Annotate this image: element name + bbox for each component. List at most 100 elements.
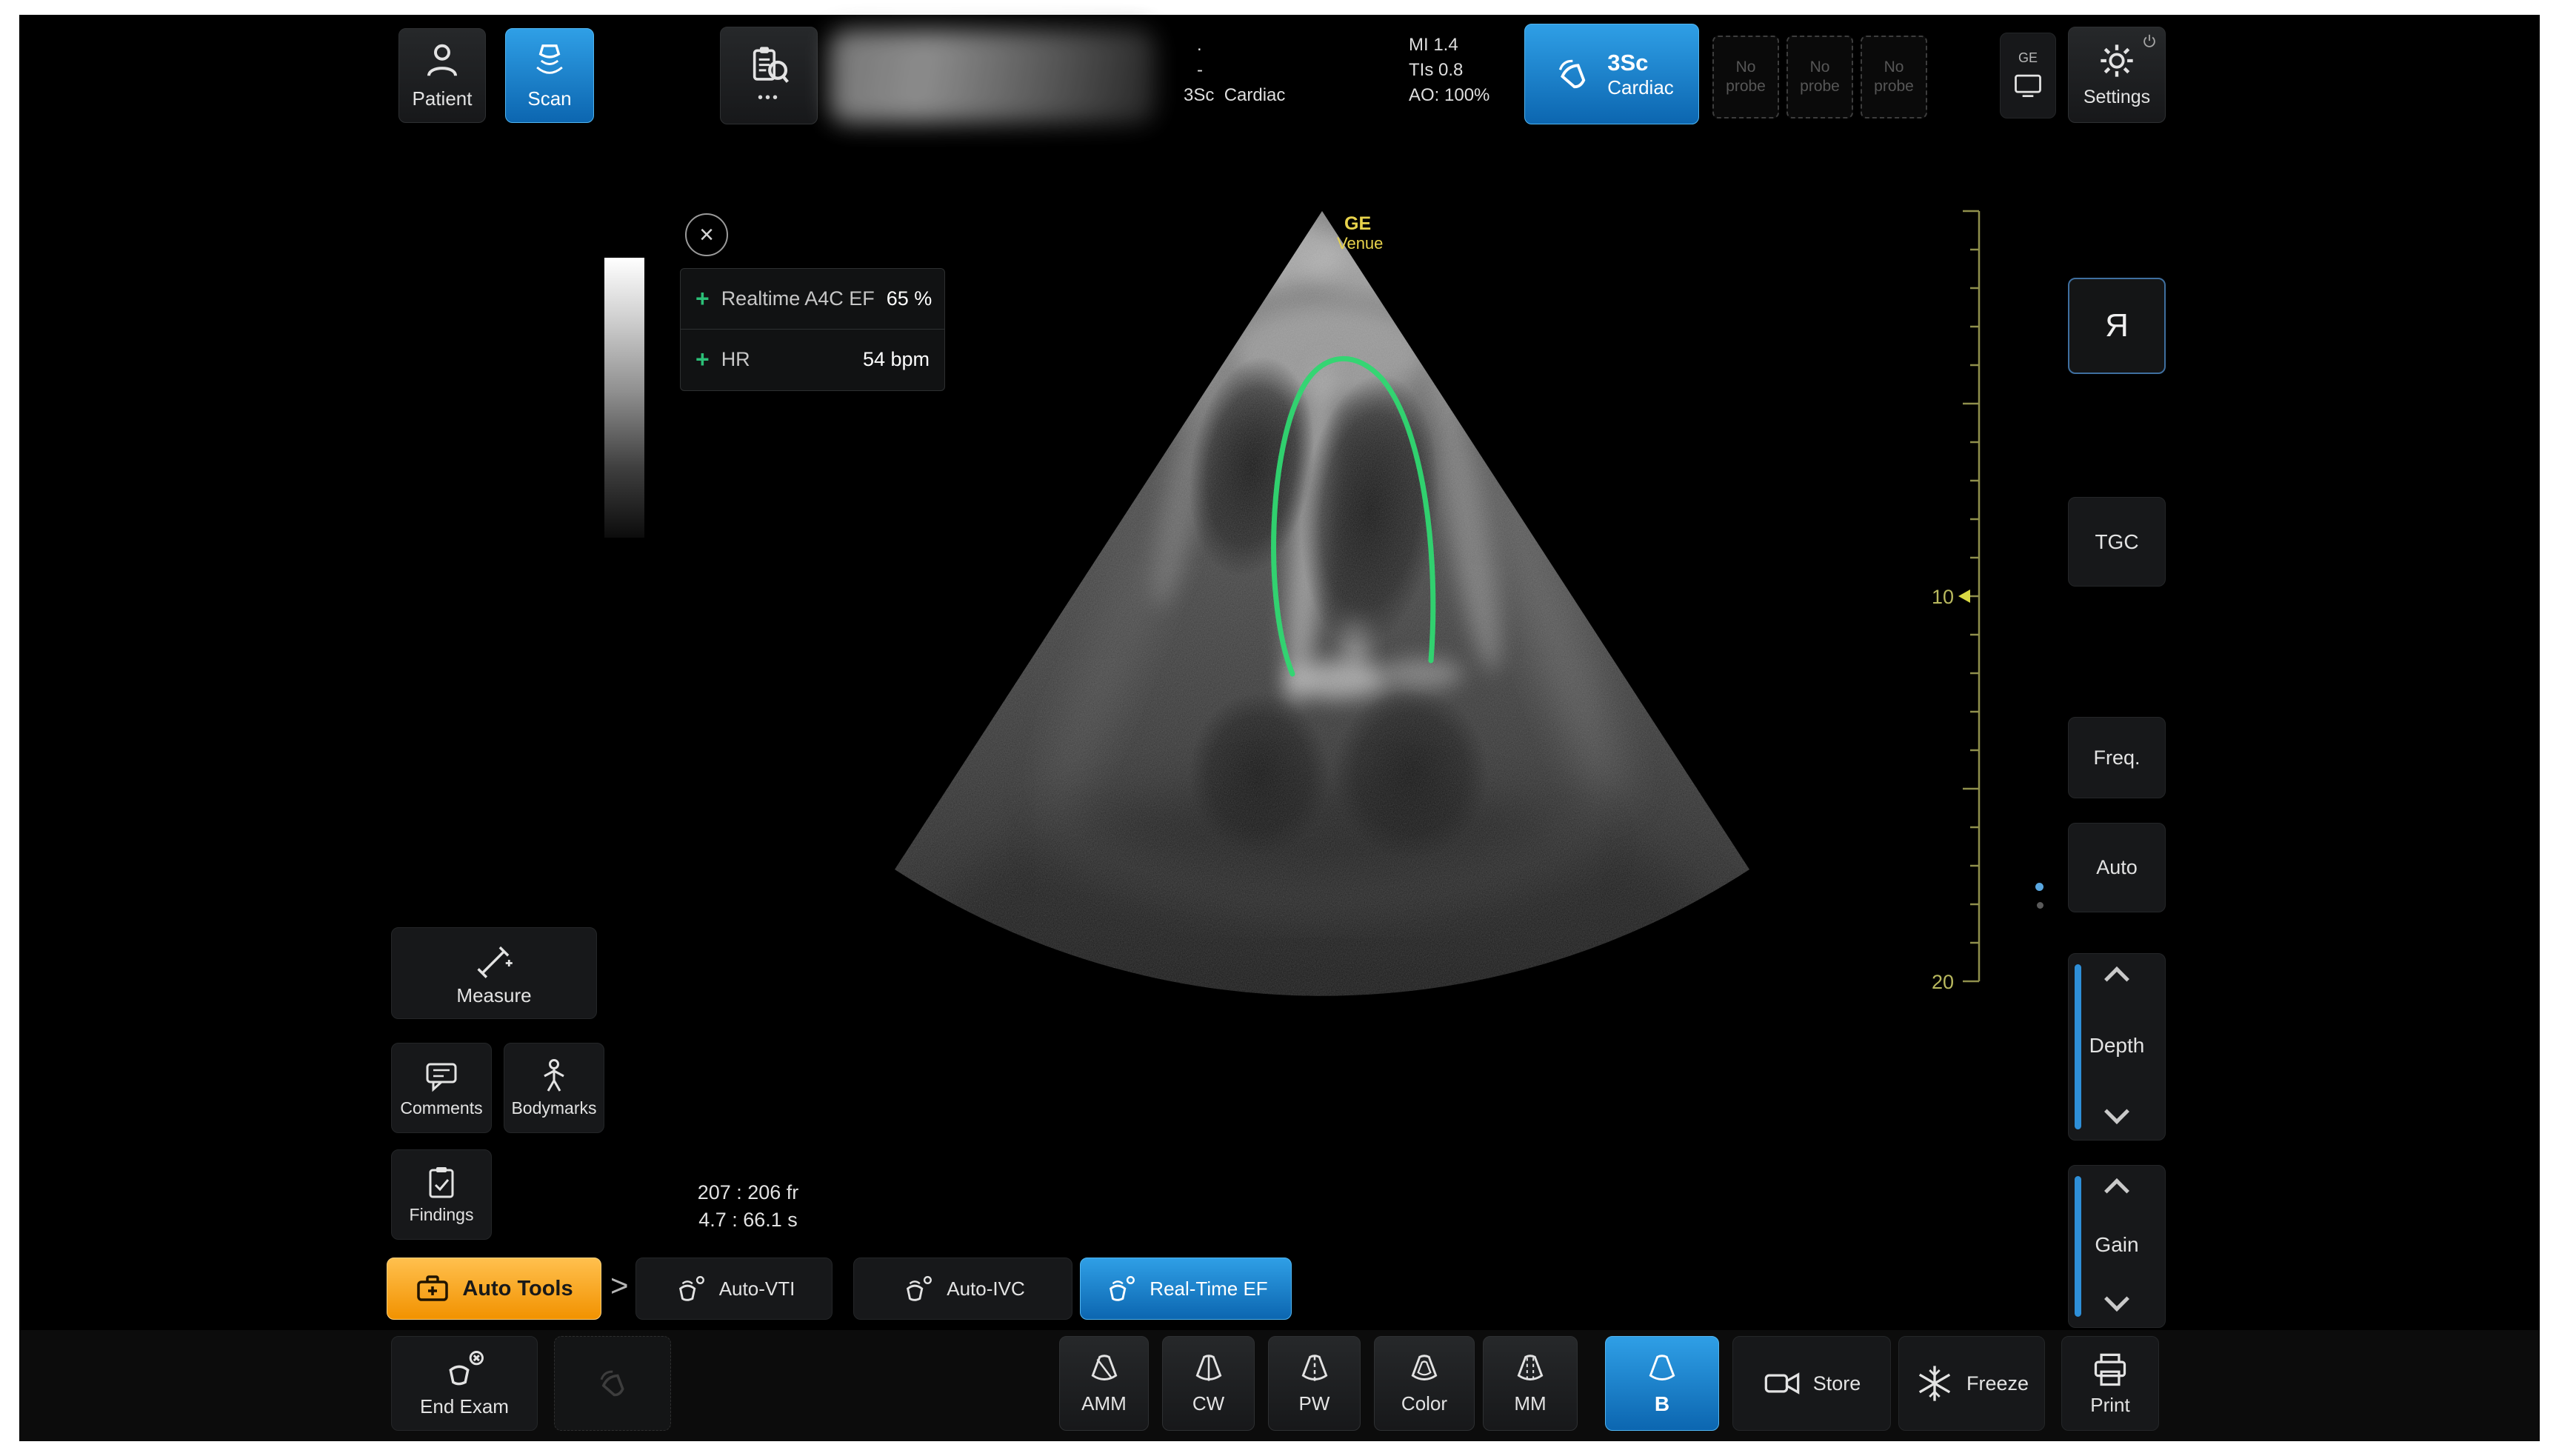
- result-value: 65 %: [887, 287, 932, 310]
- end-exam-button[interactable]: End Exam: [391, 1336, 538, 1431]
- auto-tools-button[interactable]: Auto Tools: [387, 1258, 601, 1320]
- probe-vti-icon: [673, 1272, 707, 1306]
- depth-label: Depth: [2089, 1034, 2145, 1058]
- probe-ivc-icon: [901, 1272, 935, 1306]
- freq-button[interactable]: Freq.: [2068, 717, 2166, 798]
- mode-pw-button[interactable]: PW: [1268, 1336, 1361, 1431]
- color-label: Color: [1401, 1392, 1447, 1415]
- pw-mode-icon: [1296, 1352, 1333, 1389]
- b-mode-icon: [1644, 1352, 1681, 1389]
- depth-label-20: 20: [1932, 971, 1954, 993]
- caliper-icon: [474, 940, 514, 980]
- gain-control[interactable]: Gain: [2068, 1165, 2166, 1328]
- ge-venue-logo: Venue: [1337, 234, 1383, 253]
- bodymarks-button[interactable]: Bodymarks: [504, 1043, 604, 1133]
- exam-info-line: -: [1184, 58, 1361, 83]
- mode-b-button[interactable]: B: [1605, 1336, 1719, 1431]
- page-dot-active[interactable]: [2035, 883, 2043, 891]
- snowflake-icon: [1915, 1363, 1955, 1403]
- redacted-patient-info: [830, 30, 1155, 123]
- print-button[interactable]: Print: [2061, 1336, 2159, 1431]
- screen-share-icon: [2012, 69, 2044, 101]
- auto-button[interactable]: Auto: [2068, 823, 2166, 912]
- scan-button[interactable]: Scan: [505, 28, 594, 123]
- page-dot[interactable]: [2037, 902, 2043, 909]
- measure-label: Measure: [456, 984, 531, 1007]
- print-label: Print: [2090, 1394, 2129, 1417]
- gear-icon: [2098, 41, 2136, 80]
- mm-label: MM: [1514, 1392, 1546, 1415]
- auto-ivc-label: Auto-IVC: [947, 1278, 1025, 1300]
- ge-cast-button[interactable]: GE: [2000, 33, 2056, 118]
- comment-icon: [424, 1058, 459, 1094]
- mode-cw-button[interactable]: CW: [1162, 1336, 1255, 1431]
- tgc-button[interactable]: TGC: [2068, 497, 2166, 587]
- no-probe-slot-1: No probe: [1712, 36, 1779, 118]
- chevron-down-icon[interactable]: [2104, 1099, 2129, 1124]
- result-value: 54 bpm: [863, 348, 930, 371]
- depth-label-10: 10: [1932, 586, 1954, 608]
- depth-ruler: 10 20: [1911, 200, 2015, 1037]
- patient-label: Patient: [413, 87, 473, 110]
- end-exam-label: End Exam: [420, 1395, 509, 1418]
- patient-icon: [422, 41, 462, 81]
- realtime-ef-label: Real-Time EF: [1150, 1278, 1267, 1300]
- chevron-up-icon[interactable]: [2104, 1178, 2129, 1203]
- depth-level-bar: [2075, 964, 2081, 1129]
- auto-vti-label: Auto-VTI: [719, 1278, 795, 1300]
- chevron-up-icon[interactable]: [2104, 966, 2129, 992]
- probe-name: 3Sc: [1607, 50, 1648, 76]
- result-row[interactable]: + HR 54 bpm: [681, 329, 944, 389]
- freeze-button[interactable]: Freeze: [1898, 1336, 2045, 1431]
- comments-button[interactable]: Comments: [391, 1043, 492, 1133]
- comments-label: Comments: [400, 1098, 482, 1118]
- close-results-button[interactable]: ×: [685, 213, 728, 256]
- auto-tools-chevron: >: [610, 1268, 629, 1303]
- tgc-label: TGC: [2095, 530, 2138, 554]
- grayscale-bar: [604, 258, 644, 538]
- printer-icon: [2091, 1351, 2129, 1389]
- realtime-ef-button[interactable]: Real-Time EF: [1080, 1258, 1292, 1320]
- exam-info-line: .: [1184, 33, 1361, 58]
- focus-marker-icon[interactable]: [1958, 590, 1970, 603]
- orientation-flip-button[interactable]: Я: [2068, 278, 2166, 374]
- probe-ef-icon: [1104, 1272, 1138, 1306]
- auto-ivc-button[interactable]: Auto-IVC: [853, 1258, 1072, 1320]
- findings-button[interactable]: Findings: [391, 1149, 492, 1240]
- active-probe-button[interactable]: 3Sc Cardiac: [1524, 24, 1699, 124]
- mode-amm-button[interactable]: AMM: [1059, 1336, 1149, 1431]
- no-probe-slot-2: No probe: [1786, 36, 1853, 118]
- ge-cast-label: GE: [2018, 50, 2038, 66]
- freeze-label: Freeze: [1966, 1372, 2029, 1395]
- auto-vti-button[interactable]: Auto-VTI: [635, 1258, 833, 1320]
- mode-color-button[interactable]: Color: [1374, 1336, 1475, 1431]
- frame-counter: 207 : 206 fr 4.7 : 66.1 s: [644, 1179, 852, 1234]
- chevron-down-icon[interactable]: [2104, 1286, 2129, 1312]
- b-mode-label: B: [1655, 1392, 1669, 1416]
- store-button[interactable]: Store: [1732, 1336, 1891, 1431]
- patient-button[interactable]: Patient: [398, 28, 486, 123]
- scan-label: Scan: [527, 87, 571, 110]
- findings-icon: [424, 1165, 459, 1200]
- settings-label: Settings: [2083, 87, 2150, 108]
- clipboard-search-icon: [747, 45, 790, 88]
- probe-text: 3Sc Cardiac: [1607, 50, 1674, 99]
- venue-ultrasound-ui: Patient Scan ••• . - 3Sc Cardiac MI 1.4 …: [0, 0, 2559, 1456]
- measure-button[interactable]: Measure: [391, 927, 597, 1019]
- ultrasound-scan-icon: [530, 41, 570, 81]
- pw-label: PW: [1299, 1392, 1330, 1415]
- color-mode-icon: [1406, 1352, 1443, 1389]
- result-row[interactable]: + Realtime A4C EF 65 %: [681, 269, 944, 329]
- gain-label: Gain: [2095, 1233, 2138, 1257]
- store-camera-icon: [1763, 1364, 1801, 1403]
- expand-icon: +: [695, 346, 710, 373]
- mm-mode-icon: [1512, 1352, 1549, 1389]
- mode-mm-button[interactable]: MM: [1483, 1336, 1578, 1431]
- frame-count: 207 : 206 fr: [644, 1179, 852, 1206]
- loop-time: 4.7 : 66.1 s: [644, 1206, 852, 1234]
- amm-mode-icon: [1086, 1352, 1123, 1389]
- depth-control[interactable]: Depth: [2068, 953, 2166, 1141]
- settings-button[interactable]: Settings: [2068, 27, 2166, 123]
- worksheet-button[interactable]: •••: [720, 27, 818, 124]
- end-exam-probe-icon: [444, 1349, 485, 1391]
